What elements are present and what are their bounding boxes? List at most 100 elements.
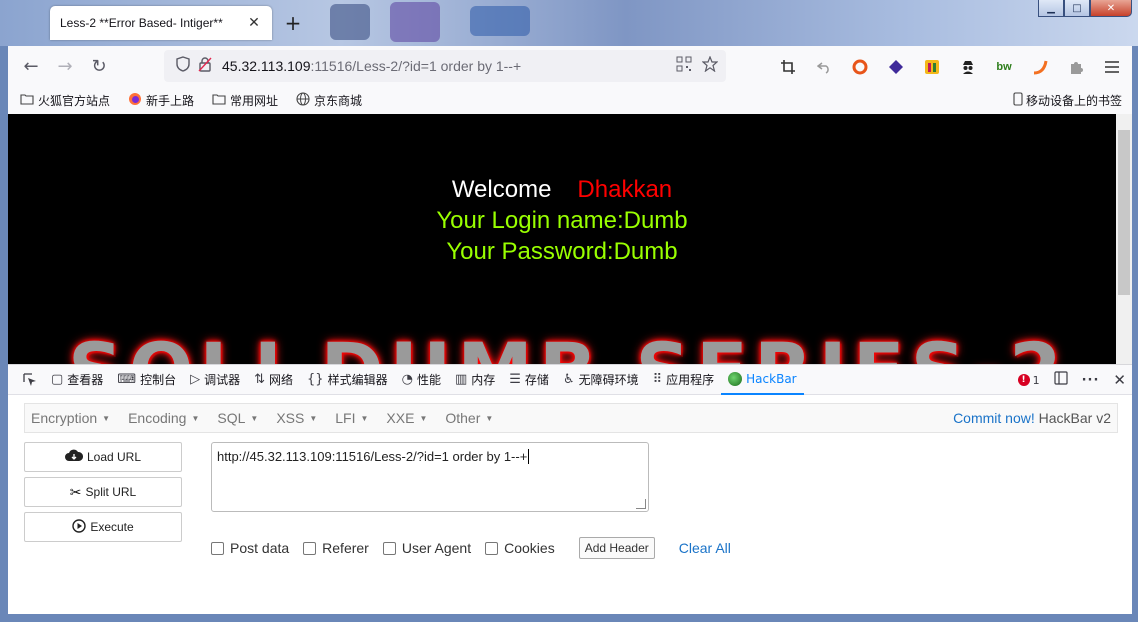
menu-lfi[interactable]: LFI ▼	[329, 410, 374, 426]
back-button[interactable]: ←	[14, 51, 48, 81]
menu-sql[interactable]: SQL ▼	[211, 410, 264, 426]
browser-tab[interactable]: Less-2 **Error Based- Intiger** ✕	[50, 6, 272, 40]
checkbox-label: Post data	[230, 540, 290, 556]
tab-style-editor[interactable]: {} 样式编辑器	[300, 365, 395, 395]
execute-button[interactable]: Execute	[24, 512, 182, 542]
referer-checkbox[interactable]: Referer	[303, 540, 369, 556]
insecure-lock-icon[interactable]	[194, 56, 216, 76]
menu-xxe[interactable]: XXE ▼	[380, 410, 433, 426]
commit-now-link[interactable]: Commit now!	[953, 410, 1035, 426]
tab-inspector[interactable]: ▢ 查看器	[44, 365, 110, 395]
devtools-panel: ▢ 查看器 ⌨ 控制台 ▷ 调试器 ⇅ 网络 {} 样式编辑器 ◔ 性能 ▥ 内存 ☰ 存储 ♿…	[8, 364, 1132, 614]
dock-side-icon[interactable]	[1053, 371, 1068, 389]
checkbox-box[interactable]	[382, 541, 396, 555]
user-agent-checkbox[interactable]: User Agent	[382, 540, 472, 556]
caret-down-icon: ▼	[360, 413, 369, 423]
url-textarea[interactable]: http://45.32.113.109:11516/Less-2/?id=1 …	[211, 442, 649, 512]
close-window-button[interactable]: ✕	[1090, 0, 1132, 17]
error-count-badge[interactable]: ! 1	[1017, 374, 1040, 387]
undo-icon[interactable]	[806, 54, 842, 80]
bookmark-item[interactable]: 火狐官方站点	[20, 92, 110, 109]
caret-down-icon: ▼	[309, 413, 318, 423]
element-picker-icon[interactable]	[16, 365, 44, 395]
purple-layers-extension-icon[interactable]	[878, 54, 914, 80]
tab-label: 应用程序	[666, 373, 715, 387]
post-data-checkbox[interactable]: Post data	[211, 540, 289, 556]
network-icon: ⇅	[254, 372, 266, 387]
tab-label: HackBar	[746, 371, 797, 386]
menu-encryption[interactable]: Encryption ▼	[25, 410, 116, 426]
tab-performance[interactable]: ◔ 性能	[395, 365, 448, 395]
checkbox-label: User Agent	[401, 540, 472, 556]
bookmark-item[interactable]: 常用网址	[212, 92, 278, 109]
checkbox-box[interactable]	[303, 541, 317, 555]
minimize-button[interactable]: ▁	[1038, 0, 1064, 17]
storage-icon: ☰	[509, 372, 521, 387]
maximize-button[interactable]: □	[1064, 0, 1090, 17]
tab-label: 存储	[524, 373, 549, 387]
window-border-left	[0, 46, 8, 614]
menu-xss[interactable]: XSS ▼	[270, 410, 323, 426]
clear-all-link[interactable]: Clear All	[679, 540, 731, 556]
orange-swoosh-extension-icon[interactable]	[1022, 54, 1058, 80]
orange-ring-extension-icon[interactable]	[842, 54, 878, 80]
mobile-device-icon	[1013, 92, 1023, 109]
spy-extension-icon[interactable]	[950, 54, 986, 80]
checkbox-box[interactable]	[485, 541, 499, 555]
tab-debugger[interactable]: ▷ 调试器	[183, 365, 247, 395]
tab-console[interactable]: ⌨ 控制台	[110, 365, 183, 395]
tab-memory[interactable]: ▥ 内存	[448, 365, 502, 395]
colorful-extension-icon[interactable]	[914, 54, 950, 80]
checkbox-label: Cookies	[504, 540, 555, 556]
url-bar[interactable]: 45.32.113.109:11516/Less-2/?id=1 order b…	[164, 50, 726, 82]
load-url-button[interactable]: Load URL	[24, 442, 182, 472]
menu-label: Other	[445, 410, 481, 426]
page-scrollbar[interactable]	[1116, 114, 1132, 364]
caret-down-icon: ▼	[102, 413, 111, 423]
bookmark-star-icon[interactable]	[701, 55, 719, 76]
bookmark-item[interactable]: 京东商城	[296, 91, 362, 109]
tab-application[interactable]: ⠿ 应用程序	[646, 365, 722, 395]
caret-down-icon: ▼	[191, 413, 200, 423]
tab-accessibility[interactable]: ♿ 无障碍环境	[556, 365, 646, 395]
close-devtools-icon[interactable]: ✕	[1113, 371, 1126, 389]
tab-close-icon[interactable]: ✕	[246, 15, 262, 31]
checkbox-box[interactable]	[211, 541, 224, 555]
mobile-bookmarks-label: 移动设备上的书签	[1025, 94, 1122, 108]
window-border-right	[1132, 46, 1138, 614]
resize-handle-icon[interactable]	[636, 499, 646, 509]
tab-storage[interactable]: ☰ 存储	[502, 365, 556, 395]
shield-icon[interactable]	[172, 56, 194, 76]
tab-hackbar[interactable]: HackBar	[721, 365, 804, 395]
devtools-toolbar-right: ! 1 ··· ✕	[1017, 365, 1126, 395]
menu-label: SQL	[217, 410, 246, 426]
split-url-button[interactable]: ✂ Split URL	[24, 477, 182, 507]
menu-encoding[interactable]: Encoding ▼	[122, 410, 205, 426]
tab-network[interactable]: ⇅ 网络	[247, 365, 300, 395]
checkbox-label: Referer	[322, 540, 369, 556]
inspector-icon: ▢	[51, 372, 64, 387]
navigation-bar: ← → ↻ 45.32.113.109:11516/Less-2/?id=1 o…	[8, 46, 1132, 86]
bookmark-item[interactable]: 新手上路	[128, 92, 194, 109]
qr-code-icon[interactable]	[676, 56, 692, 76]
menu-label: XSS	[276, 410, 305, 426]
menu-other[interactable]: Other ▼	[439, 410, 499, 426]
more-options-icon[interactable]: ···	[1082, 373, 1100, 388]
globe-icon	[296, 91, 310, 109]
mobile-bookmarks[interactable]: 移动设备上的书签	[1013, 92, 1122, 109]
menu-label: LFI	[335, 410, 356, 426]
puzzle-extensions-icon[interactable]	[1058, 54, 1094, 80]
new-tab-button[interactable]: +	[282, 12, 304, 34]
url-text[interactable]: 45.32.113.109:11516/Less-2/?id=1 order b…	[222, 58, 521, 74]
scrollbar-thumb[interactable]	[1118, 130, 1130, 295]
devtools-toolbar: ▢ 查看器 ⌨ 控制台 ▷ 调试器 ⇅ 网络 {} 样式编辑器 ◔ 性能 ▥ 内存 ☰ 存储 ♿…	[8, 365, 1132, 395]
cookies-checkbox[interactable]: Cookies	[485, 540, 555, 556]
forward-button[interactable]: →	[48, 51, 82, 81]
bw-extension-icon[interactable]: bw	[986, 54, 1022, 80]
reload-button[interactable]: ↻	[82, 51, 116, 81]
desktop-decoration	[390, 2, 440, 42]
hamburger-menu-icon[interactable]	[1094, 54, 1130, 80]
crop-icon[interactable]	[770, 54, 806, 80]
add-header-button[interactable]: Add Header	[578, 537, 655, 559]
tab-label: 查看器	[67, 373, 104, 387]
